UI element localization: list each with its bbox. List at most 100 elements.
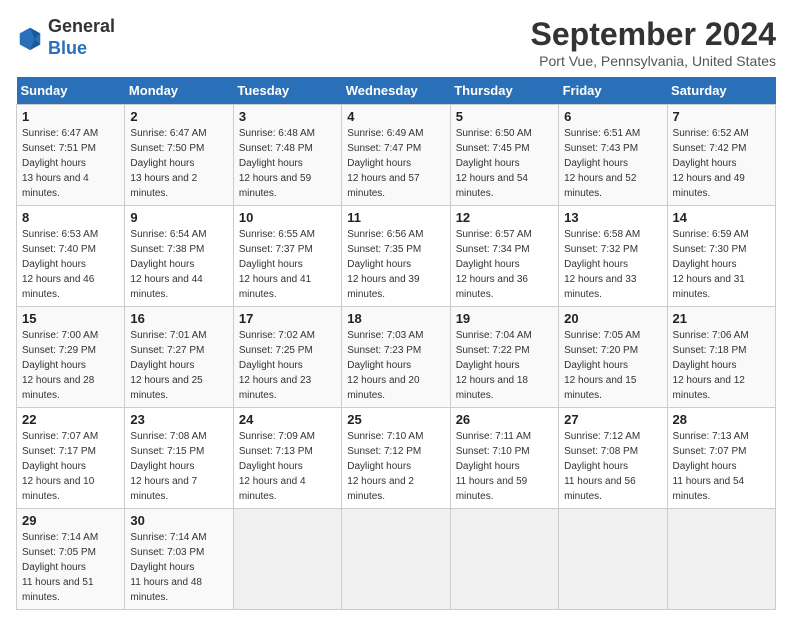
day-info: Sunrise: 7:01 AM Sunset: 7:27 PM Dayligh… (130, 328, 227, 403)
table-row: 28 Sunrise: 7:13 AM Sunset: 7:07 PM Dayl… (667, 408, 775, 509)
table-row: 1 Sunrise: 6:47 AM Sunset: 7:51 PM Dayli… (17, 105, 125, 206)
table-row: 20 Sunrise: 7:05 AM Sunset: 7:20 PM Dayl… (559, 307, 667, 408)
table-row: 4 Sunrise: 6:49 AM Sunset: 7:47 PM Dayli… (342, 105, 450, 206)
day-info: Sunrise: 7:13 AM Sunset: 7:07 PM Dayligh… (673, 429, 770, 504)
table-row: 29 Sunrise: 7:14 AM Sunset: 7:05 PM Dayl… (17, 509, 125, 610)
day-info: Sunrise: 6:56 AM Sunset: 7:35 PM Dayligh… (347, 227, 444, 302)
logo-icon (16, 24, 44, 52)
table-row: 15 Sunrise: 7:00 AM Sunset: 7:29 PM Dayl… (17, 307, 125, 408)
day-number: 25 (347, 412, 444, 427)
table-row: 24 Sunrise: 7:09 AM Sunset: 7:13 PM Dayl… (233, 408, 341, 509)
table-row: 22 Sunrise: 7:07 AM Sunset: 7:17 PM Dayl… (17, 408, 125, 509)
header-thursday: Thursday (450, 77, 558, 105)
table-row: 27 Sunrise: 7:12 AM Sunset: 7:08 PM Dayl… (559, 408, 667, 509)
table-row: 5 Sunrise: 6:50 AM Sunset: 7:45 PM Dayli… (450, 105, 558, 206)
day-number: 28 (673, 412, 770, 427)
day-info: Sunrise: 7:02 AM Sunset: 7:25 PM Dayligh… (239, 328, 336, 403)
table-row: 21 Sunrise: 7:06 AM Sunset: 7:18 PM Dayl… (667, 307, 775, 408)
header-tuesday: Tuesday (233, 77, 341, 105)
day-info: Sunrise: 6:48 AM Sunset: 7:48 PM Dayligh… (239, 126, 336, 201)
day-number: 30 (130, 513, 227, 528)
logo: General Blue (16, 16, 115, 59)
calendar-week-row: 29 Sunrise: 7:14 AM Sunset: 7:05 PM Dayl… (17, 509, 776, 610)
month-title: September 2024 (531, 16, 776, 53)
day-number: 22 (22, 412, 119, 427)
day-info: Sunrise: 6:51 AM Sunset: 7:43 PM Dayligh… (564, 126, 661, 201)
table-row: 13 Sunrise: 6:58 AM Sunset: 7:32 PM Dayl… (559, 206, 667, 307)
table-row: 14 Sunrise: 6:59 AM Sunset: 7:30 PM Dayl… (667, 206, 775, 307)
calendar-week-row: 15 Sunrise: 7:00 AM Sunset: 7:29 PM Dayl… (17, 307, 776, 408)
day-number: 20 (564, 311, 661, 326)
day-number: 1 (22, 109, 119, 124)
day-number: 23 (130, 412, 227, 427)
day-number: 19 (456, 311, 553, 326)
table-row (342, 509, 450, 610)
day-number: 12 (456, 210, 553, 225)
day-info: Sunrise: 7:12 AM Sunset: 7:08 PM Dayligh… (564, 429, 661, 504)
day-number: 17 (239, 311, 336, 326)
day-info: Sunrise: 6:55 AM Sunset: 7:37 PM Dayligh… (239, 227, 336, 302)
calendar-table: Sunday Monday Tuesday Wednesday Thursday… (16, 77, 776, 610)
table-row: 16 Sunrise: 7:01 AM Sunset: 7:27 PM Dayl… (125, 307, 233, 408)
day-number: 29 (22, 513, 119, 528)
table-row: 23 Sunrise: 7:08 AM Sunset: 7:15 PM Dayl… (125, 408, 233, 509)
table-row: 3 Sunrise: 6:48 AM Sunset: 7:48 PM Dayli… (233, 105, 341, 206)
calendar-week-row: 22 Sunrise: 7:07 AM Sunset: 7:17 PM Dayl… (17, 408, 776, 509)
header-wednesday: Wednesday (342, 77, 450, 105)
table-row: 19 Sunrise: 7:04 AM Sunset: 7:22 PM Dayl… (450, 307, 558, 408)
day-number: 3 (239, 109, 336, 124)
table-row: 10 Sunrise: 6:55 AM Sunset: 7:37 PM Dayl… (233, 206, 341, 307)
table-row (559, 509, 667, 610)
day-number: 11 (347, 210, 444, 225)
day-info: Sunrise: 7:14 AM Sunset: 7:03 PM Dayligh… (130, 530, 227, 605)
day-info: Sunrise: 7:05 AM Sunset: 7:20 PM Dayligh… (564, 328, 661, 403)
table-row: 30 Sunrise: 7:14 AM Sunset: 7:03 PM Dayl… (125, 509, 233, 610)
day-number: 6 (564, 109, 661, 124)
table-row: 6 Sunrise: 6:51 AM Sunset: 7:43 PM Dayli… (559, 105, 667, 206)
table-row: 18 Sunrise: 7:03 AM Sunset: 7:23 PM Dayl… (342, 307, 450, 408)
day-number: 7 (673, 109, 770, 124)
day-info: Sunrise: 6:53 AM Sunset: 7:40 PM Dayligh… (22, 227, 119, 302)
table-row: 11 Sunrise: 6:56 AM Sunset: 7:35 PM Dayl… (342, 206, 450, 307)
page-header: General Blue September 2024 Port Vue, Pe… (16, 16, 776, 69)
day-number: 18 (347, 311, 444, 326)
day-number: 13 (564, 210, 661, 225)
day-info: Sunrise: 7:10 AM Sunset: 7:12 PM Dayligh… (347, 429, 444, 504)
calendar-week-row: 1 Sunrise: 6:47 AM Sunset: 7:51 PM Dayli… (17, 105, 776, 206)
day-info: Sunrise: 7:09 AM Sunset: 7:13 PM Dayligh… (239, 429, 336, 504)
title-area: September 2024 Port Vue, Pennsylvania, U… (531, 16, 776, 69)
day-number: 26 (456, 412, 553, 427)
day-info: Sunrise: 7:03 AM Sunset: 7:23 PM Dayligh… (347, 328, 444, 403)
day-info: Sunrise: 7:11 AM Sunset: 7:10 PM Dayligh… (456, 429, 553, 504)
day-info: Sunrise: 6:58 AM Sunset: 7:32 PM Dayligh… (564, 227, 661, 302)
day-number: 8 (22, 210, 119, 225)
table-row: 2 Sunrise: 6:47 AM Sunset: 7:50 PM Dayli… (125, 105, 233, 206)
day-number: 5 (456, 109, 553, 124)
calendar-week-row: 8 Sunrise: 6:53 AM Sunset: 7:40 PM Dayli… (17, 206, 776, 307)
day-info: Sunrise: 7:08 AM Sunset: 7:15 PM Dayligh… (130, 429, 227, 504)
table-row: 8 Sunrise: 6:53 AM Sunset: 7:40 PM Dayli… (17, 206, 125, 307)
header-monday: Monday (125, 77, 233, 105)
table-row: 17 Sunrise: 7:02 AM Sunset: 7:25 PM Dayl… (233, 307, 341, 408)
day-number: 9 (130, 210, 227, 225)
table-row: 12 Sunrise: 6:57 AM Sunset: 7:34 PM Dayl… (450, 206, 558, 307)
weekday-header-row: Sunday Monday Tuesday Wednesday Thursday… (17, 77, 776, 105)
table-row: 26 Sunrise: 7:11 AM Sunset: 7:10 PM Dayl… (450, 408, 558, 509)
day-info: Sunrise: 6:59 AM Sunset: 7:30 PM Dayligh… (673, 227, 770, 302)
table-row (450, 509, 558, 610)
day-number: 4 (347, 109, 444, 124)
table-row: 7 Sunrise: 6:52 AM Sunset: 7:42 PM Dayli… (667, 105, 775, 206)
header-saturday: Saturday (667, 77, 775, 105)
day-info: Sunrise: 7:06 AM Sunset: 7:18 PM Dayligh… (673, 328, 770, 403)
day-number: 15 (22, 311, 119, 326)
day-info: Sunrise: 6:50 AM Sunset: 7:45 PM Dayligh… (456, 126, 553, 201)
day-info: Sunrise: 7:00 AM Sunset: 7:29 PM Dayligh… (22, 328, 119, 403)
table-row: 25 Sunrise: 7:10 AM Sunset: 7:12 PM Dayl… (342, 408, 450, 509)
day-info: Sunrise: 6:47 AM Sunset: 7:51 PM Dayligh… (22, 126, 119, 201)
day-number: 14 (673, 210, 770, 225)
day-info: Sunrise: 7:04 AM Sunset: 7:22 PM Dayligh… (456, 328, 553, 403)
table-row (233, 509, 341, 610)
day-info: Sunrise: 7:07 AM Sunset: 7:17 PM Dayligh… (22, 429, 119, 504)
day-number: 2 (130, 109, 227, 124)
day-info: Sunrise: 6:54 AM Sunset: 7:38 PM Dayligh… (130, 227, 227, 302)
